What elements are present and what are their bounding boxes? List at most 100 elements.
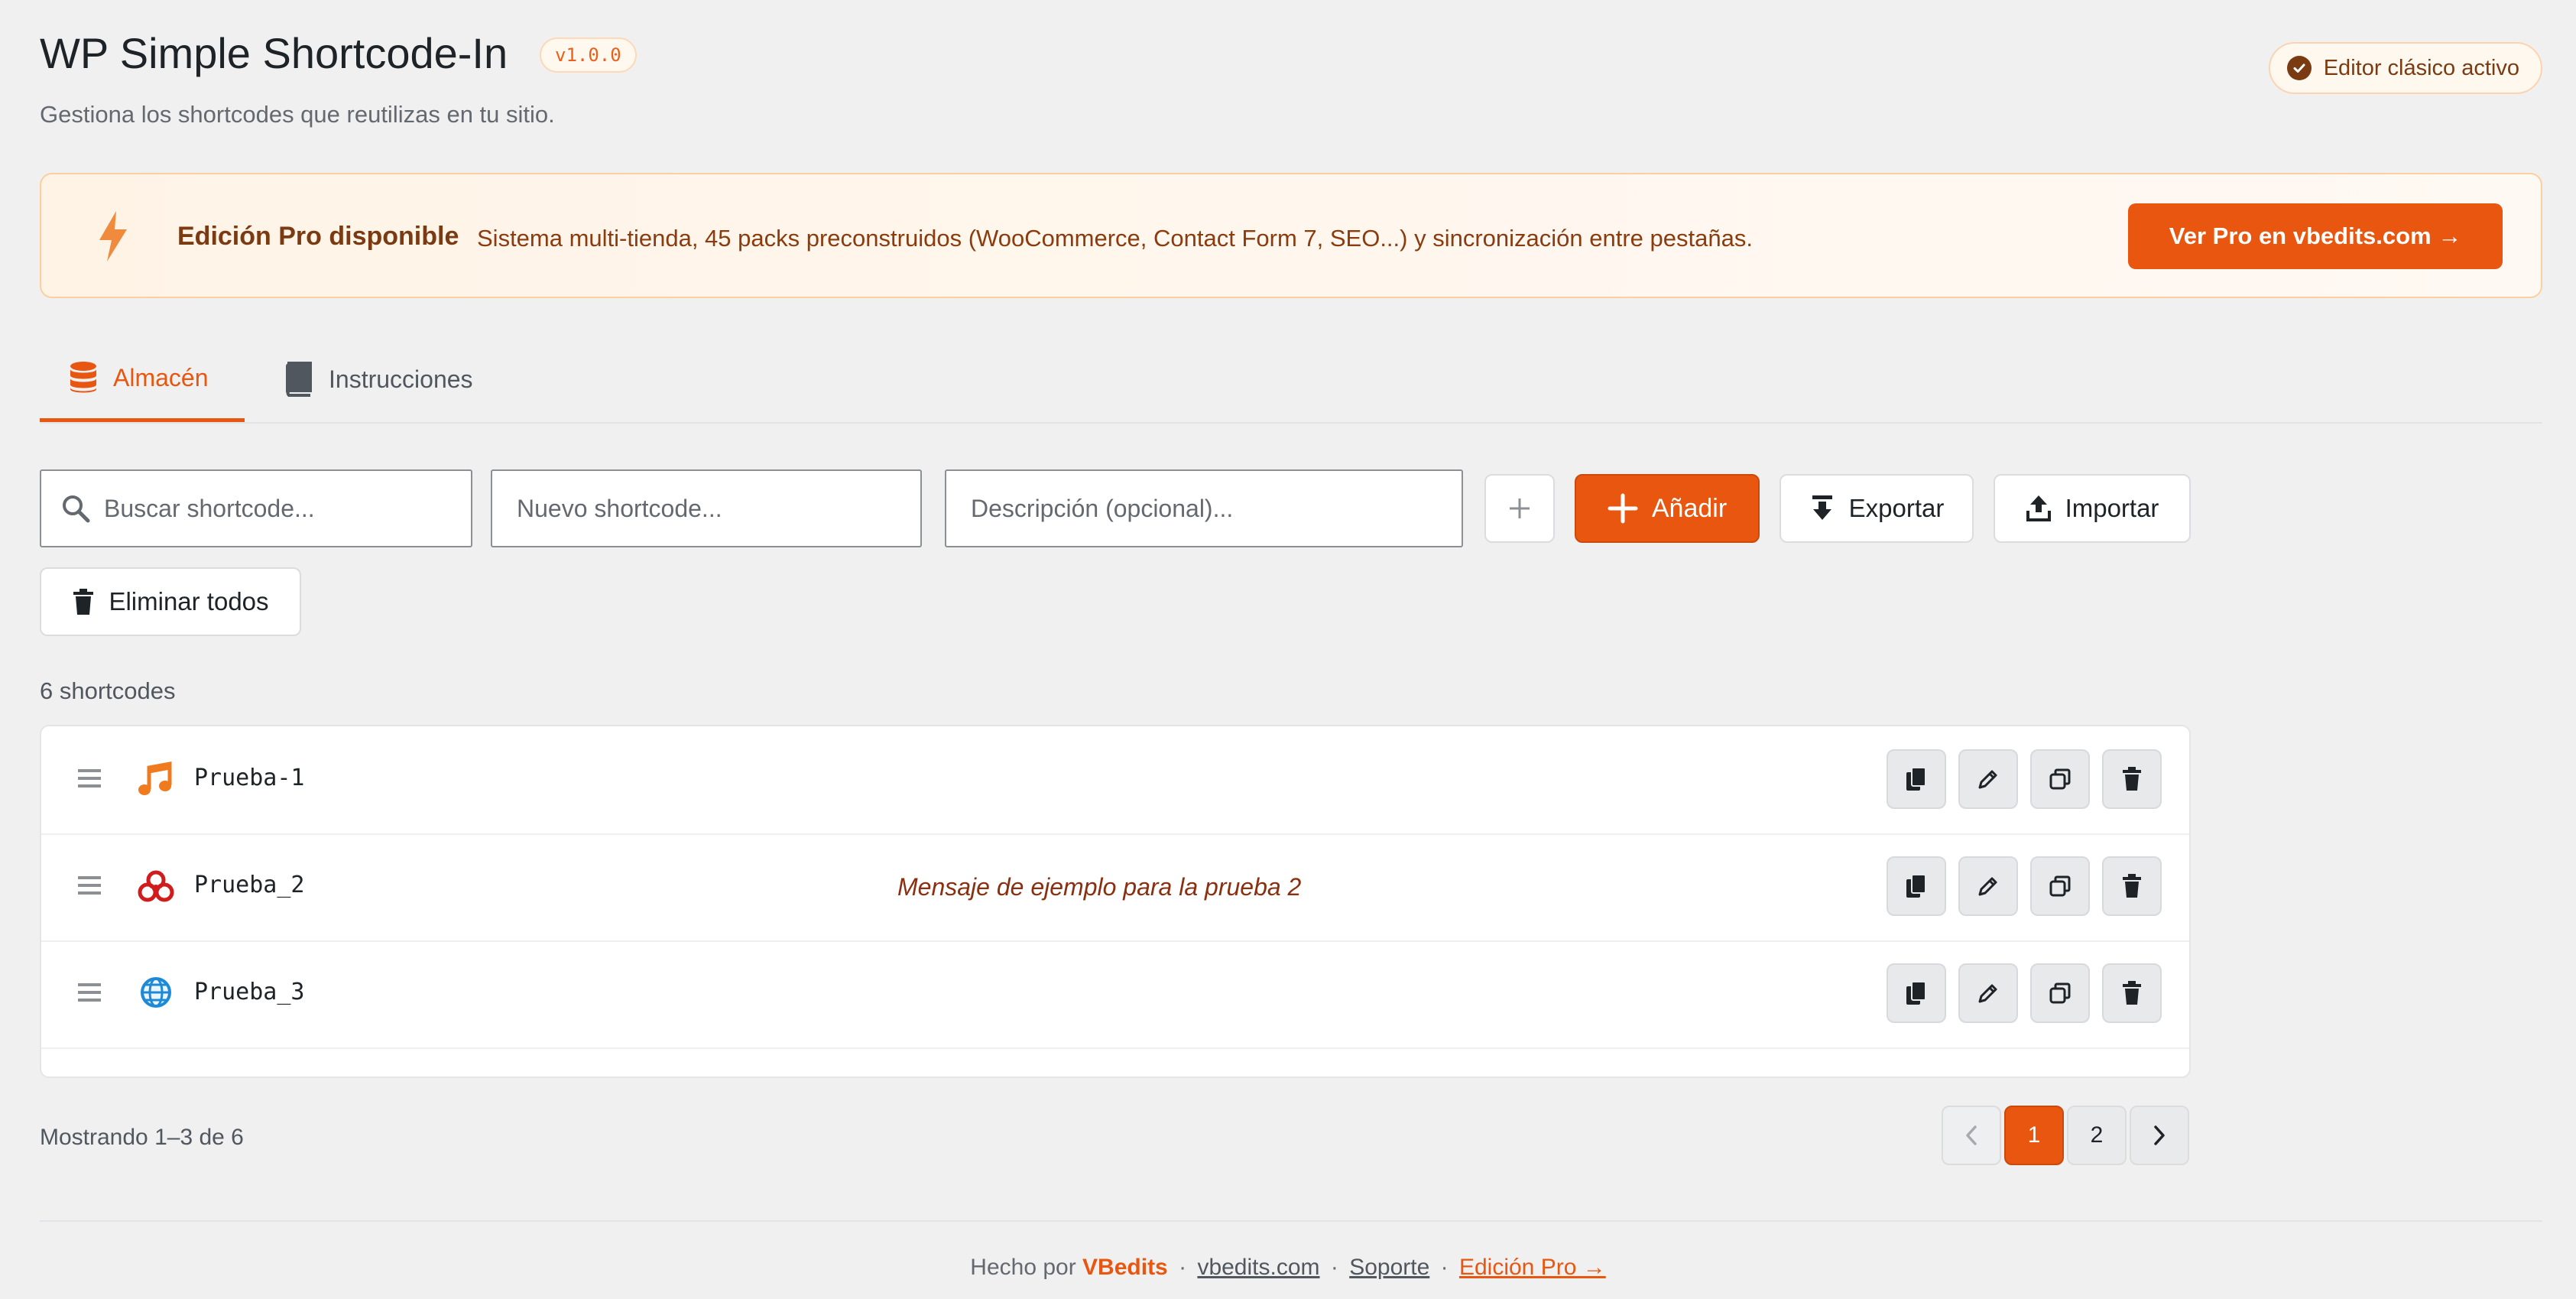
add-field-button[interactable] [1484,474,1555,543]
search-input[interactable]: Buscar shortcode... [40,469,472,547]
shortcode-name: Prueba_3 [194,979,305,1005]
list-item[interactable]: Prueba_3 [41,940,2189,1049]
footer-divider [40,1220,2542,1222]
check-circle-icon [2286,56,2312,80]
list-item[interactable]: Prueba-1 [41,726,2189,835]
export-label: Exportar [1848,494,1945,522]
drag-handle-icon[interactable] [76,982,102,1003]
list-item[interactable]: Prueba_2 Mensaje de ejemplo para la prue… [41,833,2189,942]
editor-status-badge: Editor clásico activo [2268,42,2542,94]
description-placeholder: Descripción (opcional)... [971,494,1234,522]
footer-support-link[interactable]: Soporte [1349,1255,1429,1280]
duplicate-icon [2049,875,2072,898]
shortcode-count: 6 shortcodes [40,677,176,704]
page-1-button[interactable]: 1 [2004,1106,2064,1165]
music-note-icon [136,760,176,800]
shortcode-name: Prueba_2 [194,872,305,898]
trash-icon [2122,767,2142,791]
pro-banner-description: Sistema multi-tienda, 45 packs preconstr… [477,225,1753,252]
duplicate-icon [2049,982,2072,1005]
duplicate-icon [2049,768,2072,791]
import-button[interactable]: Importar [1994,474,2191,543]
tab-label: Instrucciones [329,365,473,393]
shortcode-description: Mensaje de ejemplo para la prueba 2 [897,873,1302,901]
upload-icon [2026,494,2052,523]
book-icon [283,362,313,397]
duplicate-button[interactable] [2030,749,2090,809]
footer-separator: · [1179,1255,1187,1280]
copy-button[interactable] [1887,963,1946,1023]
copy-icon [1905,873,1928,899]
delete-button[interactable] [2102,963,2162,1023]
row-actions [1887,963,2162,1023]
page-2-button[interactable]: 2 [2067,1106,2127,1165]
pagination-summary: Mostrando 1–3 de 6 [40,1125,244,1150]
next-page-button[interactable] [2130,1106,2189,1165]
add-button-label: Añadir [1651,493,1728,523]
footer-separator: · [1440,1255,1449,1280]
footer: Hecho por VBedits · vbedits.com · Soport… [0,1251,2576,1284]
page-title: WP Simple Shortcode-In [40,29,508,77]
pagination: 1 2 [1942,1106,2189,1165]
trash-icon [2122,981,2142,1005]
tab-instrucciones[interactable]: Instrucciones [283,336,473,422]
copy-button[interactable] [1887,856,1946,916]
add-button[interactable]: Añadir [1575,474,1760,543]
row-actions [1887,749,2162,809]
pencil-icon [1977,768,2000,791]
editor-status-label: Editor clásico activo [2323,55,2519,80]
edit-button[interactable] [1958,749,2018,809]
footer-made-by: Hecho por [970,1255,1076,1280]
plus-icon [1608,493,1638,524]
delete-all-label: Eliminar todos [109,587,269,615]
biohazard-icon [136,867,176,907]
delete-all-button[interactable]: Eliminar todos [40,567,301,636]
database-icon [69,361,98,395]
search-icon [61,494,90,523]
globe-icon [136,974,176,1014]
shortcode-name: Prueba-1 [194,765,305,791]
version-badge: v1.0.0 [540,37,637,73]
plus-icon [1507,496,1532,521]
chevron-left-icon [1964,1125,1979,1146]
edit-button[interactable] [1958,963,2018,1023]
copy-icon [1905,980,1928,1006]
lightning-bolt-icon [95,209,131,263]
duplicate-button[interactable] [2030,856,2090,916]
tab-bar: Almacén Instrucciones [40,336,2542,424]
footer-pro-link[interactable]: Edición Pro → [1459,1255,1606,1280]
export-button[interactable]: Exportar [1780,474,1974,543]
edit-button[interactable] [1958,856,2018,916]
search-placeholder: Buscar shortcode... [104,494,315,522]
drag-handle-icon[interactable] [76,875,102,896]
tab-label: Almacén [113,363,209,391]
new-shortcode-input[interactable]: Nuevo shortcode... [491,469,922,547]
footer-brand-link[interactable]: VBedits [1082,1255,1168,1280]
footer-separator: · [1330,1255,1338,1280]
download-icon [1809,494,1835,523]
delete-button[interactable] [2102,856,2162,916]
duplicate-button[interactable] [2030,963,2090,1023]
copy-button[interactable] [1887,749,1946,809]
view-pro-button[interactable]: Ver Pro en vbedits.com → [2128,203,2503,269]
page-subtitle: Gestiona los shortcodes que reutilizas e… [40,101,555,128]
footer-site-link[interactable]: vbedits.com [1197,1255,1319,1280]
trash-icon [72,588,95,615]
row-actions [1887,856,2162,916]
import-label: Importar [2065,494,2159,522]
trash-icon [2122,874,2142,898]
chevron-right-icon [2152,1125,2167,1146]
pencil-icon [1977,875,2000,898]
plugin-page: WP Simple Shortcode-In v1.0.0 Gestiona l… [0,0,2576,1299]
pencil-icon [1977,982,2000,1005]
prev-page-button[interactable] [1942,1106,2001,1165]
tab-almacen[interactable]: Almacén [40,336,245,422]
description-input[interactable]: Descripción (opcional)... [945,469,1463,547]
pro-banner: Edición Pro disponible Sistema multi-tie… [40,173,2542,298]
copy-icon [1905,766,1928,792]
shortcode-list: Prueba-1 Prueba_2 Mensaje de ejemplo par… [40,725,2191,1078]
delete-button[interactable] [2102,749,2162,809]
pro-banner-title: Edición Pro disponible [177,222,459,251]
drag-handle-icon[interactable] [76,768,102,789]
new-shortcode-placeholder: Nuevo shortcode... [517,494,722,522]
